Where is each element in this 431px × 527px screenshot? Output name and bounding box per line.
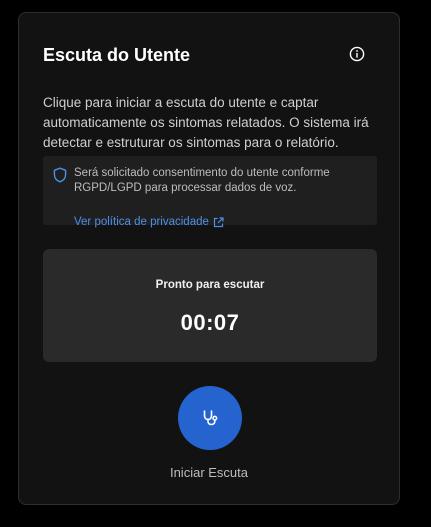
- privacy-policy-link[interactable]: Ver política de privacidade: [74, 216, 224, 228]
- start-listening-label: Iniciar Escuta: [169, 465, 249, 480]
- consent-text: Será solicitado consentimento do utente …: [74, 167, 330, 194]
- listening-status: Pronto para escutar: [155, 279, 265, 291]
- info-button[interactable]: [349, 46, 365, 62]
- stethoscope-icon: [203, 410, 218, 426]
- listening-card: Escuta do Utente Clique para iniciar a e…: [18, 12, 400, 505]
- elapsed-timer: 00:07: [180, 310, 240, 335]
- external-link-icon: [213, 216, 224, 227]
- consent-notice: Será solicitado consentimento do utente …: [43, 156, 377, 225]
- description-text: Clique para iniciar a escuta do utente e…: [43, 95, 369, 150]
- page-title: Escuta do Utente: [43, 45, 191, 65]
- timer-panel: Pronto para escutar 00:07: [43, 249, 377, 362]
- shield-icon: [53, 167, 67, 183]
- privacy-policy-link-label: Ver política de privacidade: [74, 216, 209, 228]
- info-circle-icon: [349, 46, 365, 62]
- start-listening-button[interactable]: [178, 386, 242, 450]
